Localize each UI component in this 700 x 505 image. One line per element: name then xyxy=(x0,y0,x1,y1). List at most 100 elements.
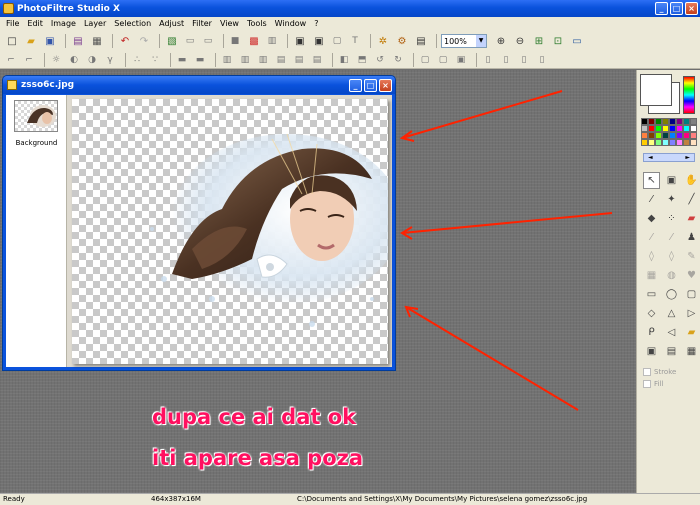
color-spectrum[interactable] xyxy=(683,76,695,114)
menu-edit[interactable]: Edit xyxy=(23,17,47,31)
saturation-icon[interactable]: ◑ xyxy=(85,53,99,67)
image-size-icon[interactable]: ▣ xyxy=(292,33,308,49)
heart-icon[interactable]: ♥ xyxy=(683,267,700,284)
palette-scroll[interactable]: ◄ ► xyxy=(643,153,695,162)
palette-swatch[interactable] xyxy=(655,139,662,146)
palette-swatch[interactable] xyxy=(641,132,648,139)
select-arrow-icon[interactable]: ↖ xyxy=(643,172,660,189)
crop-icon[interactable]: ▢ xyxy=(330,34,344,48)
palette-swatch[interactable] xyxy=(641,125,648,132)
menu-tools[interactable]: Tools xyxy=(243,17,271,31)
sepia-icon[interactable]: ▬ xyxy=(193,53,207,67)
load-shape-icon[interactable]: ▰ xyxy=(683,324,700,341)
palette-swatch[interactable] xyxy=(676,132,683,139)
ellipse-shape-icon[interactable]: ◯ xyxy=(663,286,680,303)
layer-effects-icon[interactable]: ▣ xyxy=(454,53,468,67)
minimize-button[interactable]: _ xyxy=(655,2,668,15)
align-left-icon[interactable]: ▥ xyxy=(220,53,234,67)
menu-help[interactable]: ? xyxy=(310,17,322,31)
zoom-select[interactable]: 100% ▼ xyxy=(441,34,487,48)
palette-swatch[interactable] xyxy=(690,125,697,132)
palette-swatch[interactable] xyxy=(662,139,669,146)
fill-checkbox[interactable] xyxy=(643,380,651,388)
print-icon[interactable]: ▤ xyxy=(70,33,86,49)
clone-icon[interactable]: ◍ xyxy=(663,267,680,284)
doc-minimize-button[interactable]: _ xyxy=(349,79,362,92)
palette-swatch[interactable] xyxy=(669,139,676,146)
dodge-icon[interactable]: ✎ xyxy=(683,248,700,265)
palette-swatch[interactable] xyxy=(648,132,655,139)
copy-icon[interactable]: ▭ xyxy=(183,34,197,48)
rectangle-shape-icon[interactable]: ▭ xyxy=(643,286,660,303)
palette-swatch[interactable] xyxy=(641,139,648,146)
layer-thumbnail[interactable] xyxy=(14,100,58,132)
spray-icon[interactable]: ⁘ xyxy=(663,210,680,227)
close-button[interactable]: × xyxy=(685,2,698,15)
align-top-icon[interactable]: ▤ xyxy=(274,53,288,67)
palette-swatch[interactable] xyxy=(648,139,655,146)
palette-swatch[interactable] xyxy=(648,118,655,125)
auto-levels-icon[interactable]: ⌐ xyxy=(4,53,18,67)
align-center-icon[interactable]: ▥ xyxy=(238,53,252,67)
palette-swatch[interactable] xyxy=(683,118,690,125)
fit-window-icon[interactable]: ⊞ xyxy=(531,33,547,49)
frame-icon[interactable]: ▢ xyxy=(418,53,432,67)
smudge-icon[interactable]: ◊ xyxy=(663,248,680,265)
grayscale-filter-icon[interactable]: ▬ xyxy=(175,53,189,67)
layer-delete-icon[interactable]: ▯ xyxy=(535,53,549,67)
layers-icon[interactable]: ▧ xyxy=(164,33,180,49)
palette-swatch[interactable] xyxy=(655,132,662,139)
palette-swatch[interactable] xyxy=(662,132,669,139)
image-canvas[interactable] xyxy=(72,99,388,364)
explorer-icon[interactable]: ▤ xyxy=(413,33,429,49)
flip-vertical-icon[interactable]: ⬒ xyxy=(355,53,369,67)
menu-selection[interactable]: Selection xyxy=(110,17,155,31)
palette-swatch[interactable] xyxy=(683,132,690,139)
layer-new-icon[interactable]: ▯ xyxy=(481,53,495,67)
open-folder-icon[interactable]: ▰ xyxy=(23,33,39,49)
monitor-icon[interactable]: ▭ xyxy=(569,33,585,49)
triangle-right-shape-icon[interactable]: ▷ xyxy=(683,305,700,322)
stroke-option[interactable]: Stroke xyxy=(643,368,676,376)
menu-file[interactable]: File xyxy=(2,17,23,31)
palette-swatch[interactable] xyxy=(683,139,690,146)
rounded-rect-shape-icon[interactable]: ▢ xyxy=(683,286,700,303)
redo-icon[interactable]: ↷ xyxy=(136,33,152,49)
color-adjust-icon[interactable]: ▩ xyxy=(246,33,262,49)
palette-swatch[interactable] xyxy=(690,118,697,125)
contrast-icon[interactable]: ◐ xyxy=(67,53,81,67)
selection-mode-2-icon[interactable]: ▤ xyxy=(663,343,680,360)
palette-swatch[interactable] xyxy=(655,118,662,125)
stroke-checkbox[interactable] xyxy=(643,368,651,376)
menu-image[interactable]: Image xyxy=(47,17,80,31)
palette-swatch[interactable] xyxy=(655,125,662,132)
blur-icon[interactable]: ∴ xyxy=(130,53,144,67)
menu-view[interactable]: View xyxy=(216,17,243,31)
document-titlebar[interactable]: zsso6c.jpg xyxy=(3,76,395,94)
rotate-right-icon[interactable]: ↻ xyxy=(391,53,405,67)
eraser-icon[interactable]: ▰ xyxy=(683,210,700,227)
save-icon[interactable]: ▣ xyxy=(42,33,58,49)
palette-swatch[interactable] xyxy=(662,125,669,132)
palette-swatch[interactable] xyxy=(669,125,676,132)
palette-swatch[interactable] xyxy=(676,118,683,125)
palette-swatch[interactable] xyxy=(662,118,669,125)
magic-wand-icon[interactable]: ✦ xyxy=(663,191,680,208)
layer-merge-icon[interactable]: ▯ xyxy=(499,53,513,67)
advanced-brush-icon[interactable]: ⁄ xyxy=(663,229,680,246)
blur-tool-icon[interactable]: ◊ xyxy=(643,248,660,265)
diamond-shape-icon[interactable]: ◇ xyxy=(643,305,660,322)
menu-window[interactable]: Window xyxy=(271,17,311,31)
zoom-in-icon[interactable]: ⊕ xyxy=(493,33,509,49)
polygon-icon[interactable]: ◁ xyxy=(663,324,680,341)
align-right-icon[interactable]: ▥ xyxy=(256,53,270,67)
chevron-right-icon[interactable]: ► xyxy=(685,154,690,161)
stamp-icon[interactable]: ♟ xyxy=(683,229,700,246)
rotate-left-icon[interactable]: ↺ xyxy=(373,53,387,67)
palette-swatch[interactable] xyxy=(676,125,683,132)
palette-swatch[interactable] xyxy=(690,139,697,146)
shadow-icon[interactable]: ▢ xyxy=(436,53,450,67)
levels-icon[interactable]: ▥ xyxy=(265,34,279,48)
paste-icon[interactable]: ▭ xyxy=(201,34,215,48)
pattern-icon[interactable]: ▦ xyxy=(643,267,660,284)
